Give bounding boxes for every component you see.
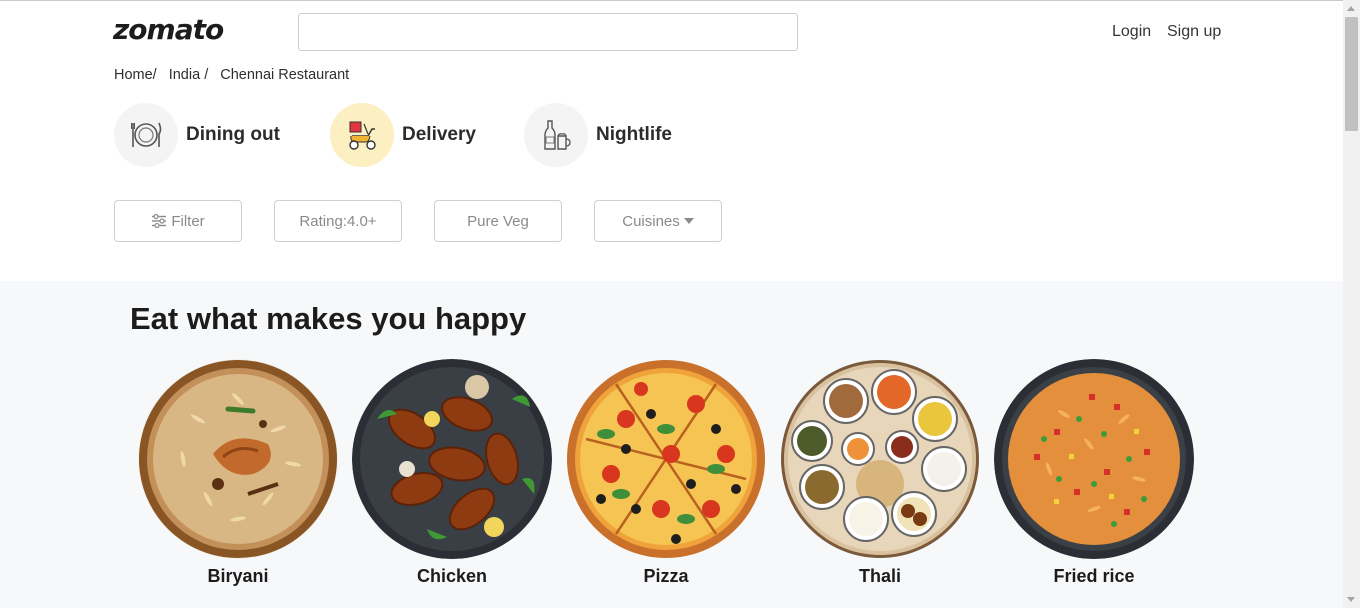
breadcrumb-india[interactable]: India / [169, 67, 209, 83]
dish-name: Thali [858, 566, 901, 586]
page: zomato Login Sign up Home/ India / Chenn… [0, 1, 1343, 608]
thali-platter-image [780, 359, 980, 559]
dish-card-thali[interactable]: Thali [780, 359, 980, 587]
filter-button-label: Filter [171, 212, 205, 230]
breadcrumb-city[interactable]: Chennai Restaurant [220, 67, 349, 83]
sliders-icon [152, 214, 167, 228]
delivery-scooter-icon [330, 103, 394, 167]
login-link[interactable]: Login [1112, 23, 1151, 41]
cuisines-filter-label: Cuisines [622, 212, 680, 230]
tab-delivery-label: Delivery [402, 124, 476, 145]
dish-name: Chicken [416, 566, 488, 586]
dish-name: Fried rice [1053, 566, 1135, 586]
nightlife-bottle-icon [524, 103, 588, 167]
fried-rice-image [994, 359, 1194, 559]
rating-filter-button[interactable]: Rating:4.0+ [274, 200, 402, 242]
food-categories-section: Eat what makes you happy Biryani Chicken… [0, 281, 1343, 608]
page-scrollbar[interactable] [1343, 0, 1360, 608]
scroll-down-arrow-icon[interactable] [1347, 597, 1355, 602]
zomato-logo[interactable]: zomato [113, 13, 224, 46]
pure-veg-filter-button[interactable]: Pure Veg [434, 200, 562, 242]
tab-nightlife[interactable]: Nightlife [524, 103, 672, 167]
dish-card-chicken[interactable]: Chicken [352, 359, 552, 587]
signup-link[interactable]: Sign up [1167, 23, 1221, 41]
dish-name: Pizza [643, 566, 689, 586]
chicken-drumsticks-image [352, 359, 552, 559]
dish-card-fried-rice[interactable]: Fried rice [994, 359, 1194, 587]
cuisines-filter-button[interactable]: Cuisines [594, 200, 722, 242]
tab-delivery[interactable]: Delivery [330, 103, 476, 167]
filter-button[interactable]: Filter [114, 200, 242, 242]
tab-dining-out-label: Dining out [186, 124, 280, 145]
rating-filter-label: Rating:4.0+ [299, 212, 377, 230]
pizza-image [566, 359, 766, 559]
dining-plate-icon [114, 103, 178, 167]
tab-nightlife-label: Nightlife [596, 124, 672, 145]
dish-card-biryani[interactable]: Biryani [138, 359, 338, 587]
dish-name: Biryani [207, 566, 269, 586]
section-title: Eat what makes you happy [130, 301, 527, 336]
breadcrumb-home[interactable]: Home/ [114, 67, 157, 83]
breadcrumb: Home/ India / Chennai Restaurant [114, 67, 361, 83]
scroll-up-arrow-icon[interactable] [1347, 6, 1355, 11]
caret-down-icon [683, 217, 694, 224]
scrollbar-thumb[interactable] [1345, 17, 1358, 131]
biryani-bowl-image [138, 359, 338, 559]
pure-veg-filter-label: Pure Veg [467, 212, 529, 230]
search-input[interactable] [298, 13, 798, 51]
dish-card-pizza[interactable]: Pizza [566, 359, 766, 587]
tab-dining-out[interactable]: Dining out [114, 103, 280, 167]
